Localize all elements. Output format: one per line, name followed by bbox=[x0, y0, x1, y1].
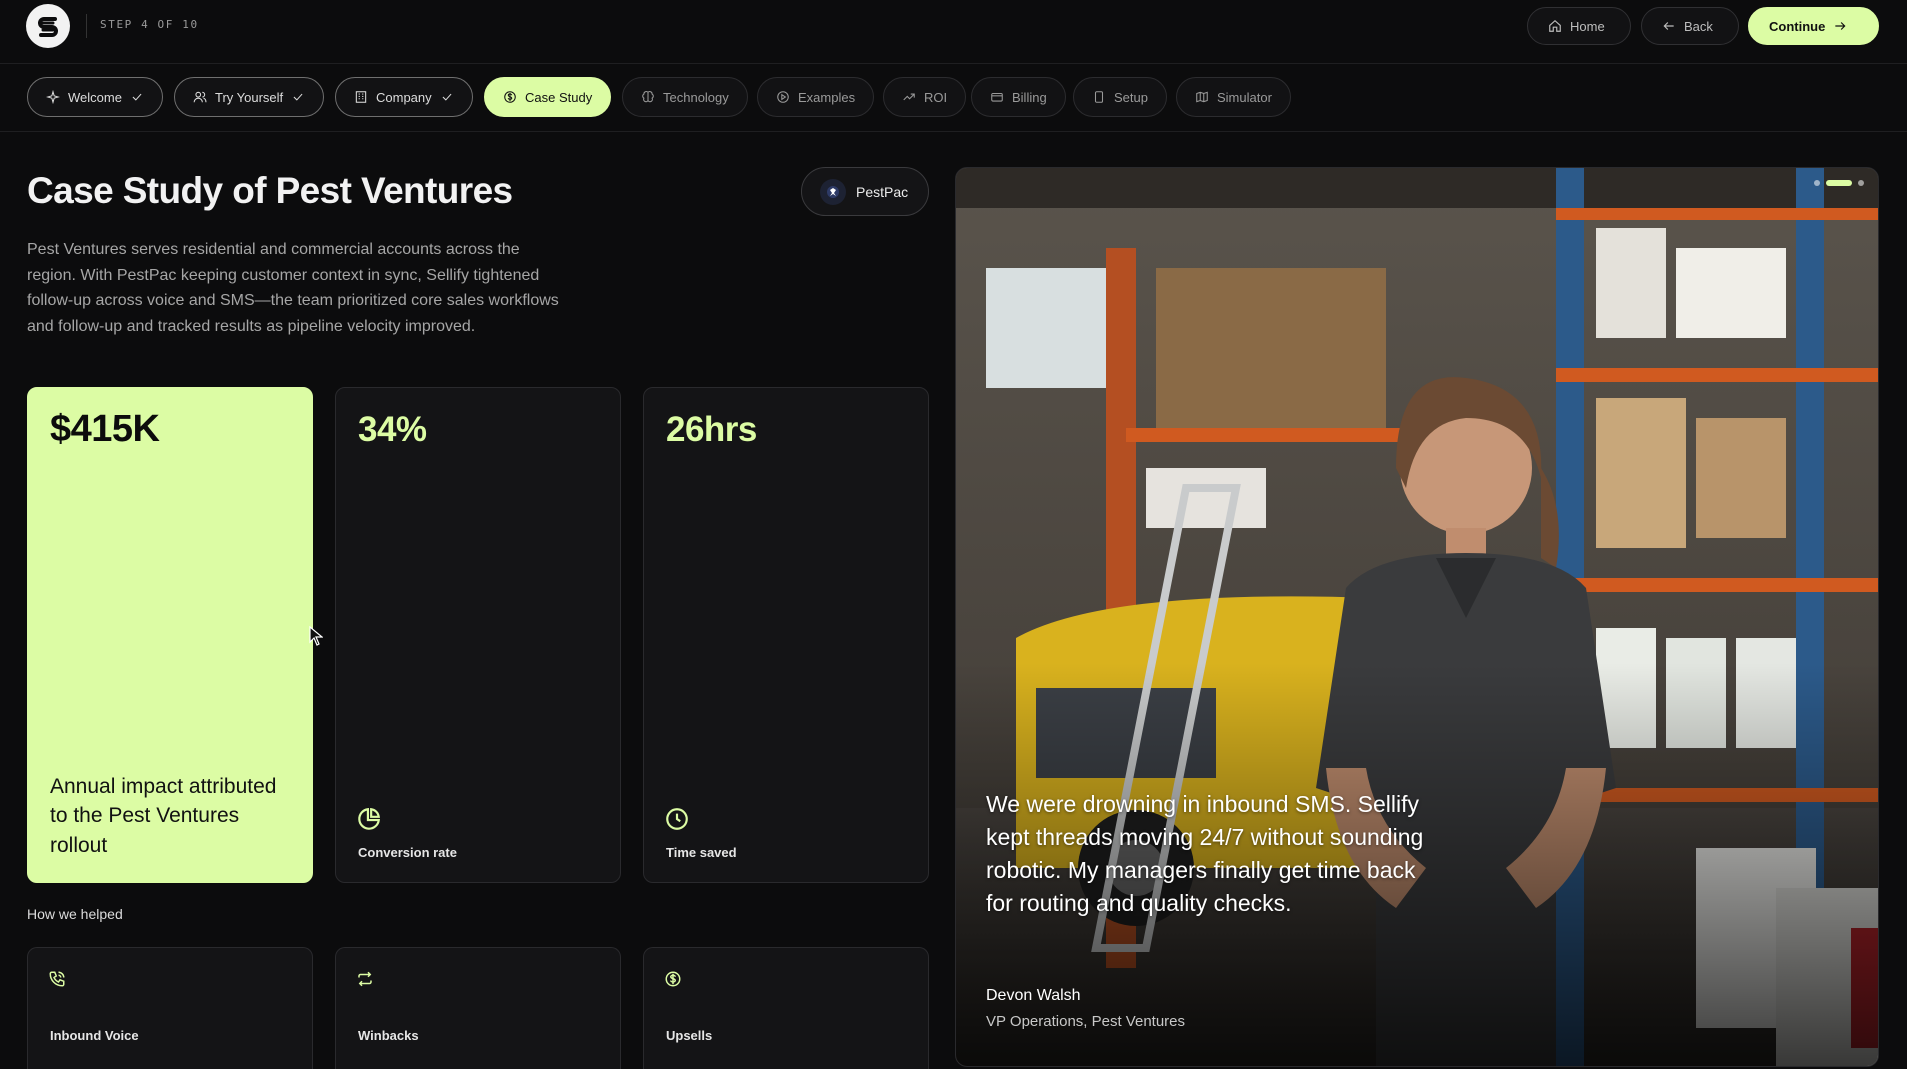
home-button-label: Home bbox=[1570, 18, 1605, 34]
sellify-logo[interactable] bbox=[26, 4, 70, 48]
step-tabs: Welcome Try Yourself Company Case Study … bbox=[0, 64, 1907, 132]
carousel-dot-active[interactable] bbox=[1826, 180, 1852, 186]
mouse-cursor-icon bbox=[309, 626, 323, 646]
tab-setup[interactable]: Setup bbox=[1073, 77, 1167, 117]
partner-badge[interactable]: PestPac bbox=[801, 167, 929, 216]
help-card-inbound-voice[interactable]: Inbound Voice bbox=[27, 947, 313, 1069]
tab-label: Setup bbox=[1114, 89, 1148, 105]
stat-caption: Annual impact attributed to the Pest Ven… bbox=[50, 774, 277, 857]
top-bar: STEP 4 OF 10 Home Back Continue bbox=[0, 0, 1907, 64]
carousel-dot[interactable] bbox=[1858, 180, 1864, 186]
tab-welcome[interactable]: Welcome bbox=[27, 77, 163, 117]
check-icon bbox=[442, 93, 452, 101]
play-icon bbox=[777, 91, 789, 103]
stat-value: $415K bbox=[50, 408, 160, 450]
stat-caption: Time saved bbox=[666, 845, 737, 860]
arrow-right-icon bbox=[1835, 22, 1846, 30]
testimonial-role: VP Operations, Pest Ventures bbox=[986, 1013, 1186, 1030]
tab-technology[interactable]: Technology bbox=[622, 77, 748, 117]
continue-button[interactable]: Continue bbox=[1748, 7, 1879, 45]
dollar-circle-icon bbox=[664, 970, 682, 988]
stat-card-annual-impact: $415K Annual impact attributed to the Pe… bbox=[27, 387, 313, 883]
stat-caption: Conversion rate bbox=[358, 845, 457, 860]
tab-roi[interactable]: ROI bbox=[883, 77, 967, 117]
back-button-label: Back bbox=[1684, 18, 1713, 34]
testimonial-photo: We were drowning in inbound SMS. Sellify… bbox=[955, 167, 1879, 1067]
arrow-left-icon bbox=[1663, 22, 1674, 30]
pie-chart-icon bbox=[356, 806, 382, 832]
warehouse-photo bbox=[956, 168, 1878, 1066]
tab-company[interactable]: Company bbox=[335, 77, 473, 117]
step-indicator: STEP 4 OF 10 bbox=[100, 18, 199, 31]
case-study-description: Pest Ventures serves residential and com… bbox=[27, 241, 559, 336]
tab-simulator[interactable]: Simulator bbox=[1176, 77, 1291, 117]
tab-case-study[interactable]: Case Study bbox=[484, 77, 612, 117]
partner-name: PestPac bbox=[856, 183, 909, 200]
building-icon bbox=[355, 91, 367, 103]
continue-button-label: Continue bbox=[1769, 18, 1826, 34]
pestpac-logo-icon bbox=[820, 178, 846, 205]
stat-value: 34% bbox=[358, 410, 427, 449]
stat-card-time-saved: 26hrs Time saved bbox=[643, 387, 929, 883]
tab-label: ROI bbox=[924, 89, 948, 105]
home-button[interactable]: Home bbox=[1527, 7, 1631, 45]
trend-icon bbox=[903, 93, 915, 101]
tab-label: Technology bbox=[663, 89, 729, 105]
stat-card-conversion-rate: 34% Conversion rate bbox=[335, 387, 621, 883]
phone-icon bbox=[48, 970, 66, 988]
device-icon bbox=[1094, 91, 1104, 103]
tab-label: Try Yourself bbox=[215, 89, 284, 105]
step-divider bbox=[86, 14, 87, 38]
tab-label: Case Study bbox=[525, 89, 593, 105]
check-icon bbox=[293, 93, 303, 101]
how-we-helped-heading: How we helped bbox=[27, 906, 123, 922]
brain-icon bbox=[642, 91, 654, 103]
carousel-indicator bbox=[1814, 180, 1864, 186]
tab-label: Company bbox=[376, 89, 432, 105]
help-card-label: Upsells bbox=[666, 1028, 713, 1043]
help-card-winbacks[interactable]: Winbacks bbox=[335, 947, 621, 1069]
check-icon bbox=[132, 93, 142, 101]
home-icon bbox=[1549, 19, 1561, 32]
map-icon bbox=[1196, 91, 1208, 103]
repeat-icon bbox=[356, 970, 374, 988]
sparkle-icon bbox=[46, 90, 60, 104]
tab-try-yourself[interactable]: Try Yourself bbox=[174, 77, 325, 117]
users-icon bbox=[193, 91, 207, 103]
help-card-upsells[interactable]: Upsells bbox=[643, 947, 929, 1069]
tab-label: Billing bbox=[1012, 89, 1047, 105]
tab-label: Simulator bbox=[1217, 89, 1272, 105]
dollar-icon bbox=[504, 91, 516, 103]
logo-mark-icon bbox=[38, 17, 58, 37]
tab-label: Examples bbox=[798, 89, 856, 105]
testimonial-name: Devon Walsh bbox=[986, 987, 1081, 1004]
page-title: Case Study of Pest Ventures bbox=[27, 170, 513, 211]
card-icon bbox=[991, 92, 1003, 102]
tab-label: Welcome bbox=[68, 89, 122, 105]
help-card-label: Inbound Voice bbox=[50, 1028, 139, 1043]
tab-examples[interactable]: Examples bbox=[757, 77, 875, 117]
help-card-label: Winbacks bbox=[358, 1028, 419, 1043]
back-button[interactable]: Back bbox=[1641, 7, 1739, 45]
testimonial-quote: We were drowning in inbound SMS. Sellify… bbox=[986, 791, 1424, 916]
clock-icon bbox=[664, 806, 690, 832]
carousel-dot[interactable] bbox=[1814, 180, 1820, 186]
tab-billing[interactable]: Billing bbox=[971, 77, 1066, 117]
stat-value: 26hrs bbox=[666, 410, 757, 449]
